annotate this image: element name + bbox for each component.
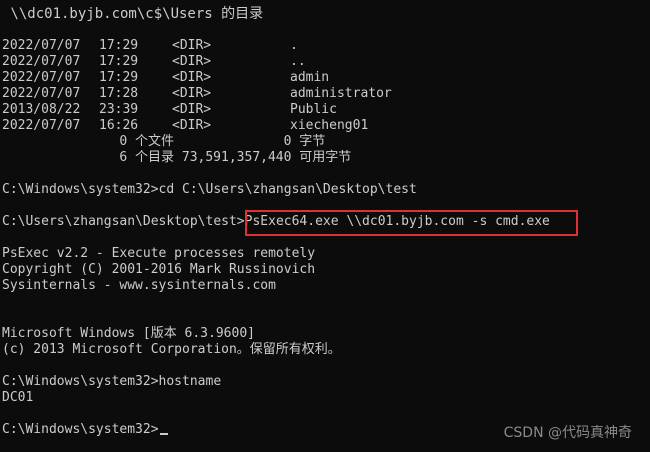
psexec-banner-line2: Copyright (C) 2001-2016 Mark Russinovich bbox=[2, 262, 316, 277]
hostname-command-line: C:\Windows\system32>hostname bbox=[2, 374, 222, 389]
entry-date: 2022/07/07 bbox=[2, 38, 81, 53]
command-input-line[interactable]: C:\Windows\system32> bbox=[2, 422, 168, 438]
entry-date: 2013/08/22 bbox=[2, 102, 81, 117]
hostname-output: DC01 bbox=[2, 390, 34, 405]
file-count-summary: 0 个文件 0 字节 bbox=[2, 134, 326, 149]
console-window[interactable]: \\dc01.byjb.com\c$\Users 的目录 2022/07/07 1… bbox=[0, 0, 650, 452]
directory-entry: 2022/07/07 17:29 <DIR> admin bbox=[2, 70, 502, 86]
entry-name: admin bbox=[290, 70, 330, 85]
entry-name: Public bbox=[290, 102, 337, 117]
entry-kind: <DIR> bbox=[172, 118, 212, 133]
directory-entry: 2022/07/07 16:26 <DIR> xiecheng01 bbox=[2, 118, 502, 134]
directory-entry: 2013/08/22 23:39 <DIR> Public bbox=[2, 102, 502, 118]
entry-date: 2022/07/07 bbox=[2, 54, 81, 69]
directory-entry: 2022/07/07 17:28 <DIR> administrator bbox=[2, 86, 502, 102]
directory-entry: 2022/07/07 17:29 <DIR>. bbox=[2, 38, 502, 54]
entry-date: 2022/07/07 bbox=[2, 70, 81, 85]
text-cursor bbox=[159, 433, 168, 435]
directory-header: \\dc01.byjb.com\c$\Users 的目录 bbox=[2, 6, 264, 22]
final-prompt: C:\Windows\system32> bbox=[2, 422, 159, 437]
windows-copyright-line: (c) 2013 Microsoft Corporation。保留所有权利。 bbox=[2, 342, 341, 357]
psexec-banner-line1: PsExec v2.2 - Execute processes remotely bbox=[2, 246, 316, 261]
entry-time: 23:39 bbox=[99, 102, 139, 117]
entry-kind: <DIR> bbox=[172, 38, 212, 53]
entry-name: xiecheng01 bbox=[290, 118, 369, 133]
entry-kind: <DIR> bbox=[172, 70, 212, 85]
entry-time: 17:29 bbox=[99, 54, 139, 69]
entry-name: .. bbox=[290, 54, 306, 69]
entry-time: 17:29 bbox=[99, 70, 139, 85]
directory-entry: 2022/07/07 17:29 <DIR>.. bbox=[2, 54, 502, 70]
windows-version-line: Microsoft Windows [版本 6.3.9600] bbox=[2, 326, 255, 341]
psexec-highlight-box bbox=[245, 210, 578, 236]
entry-time: 17:29 bbox=[99, 38, 139, 53]
entry-kind: <DIR> bbox=[172, 86, 212, 101]
entry-name: administrator bbox=[290, 86, 392, 101]
entry-kind: <DIR> bbox=[172, 54, 212, 69]
entry-kind: <DIR> bbox=[172, 102, 212, 117]
csdn-watermark: CSDN @代码真神奇 bbox=[503, 425, 632, 441]
entry-time: 16:26 bbox=[99, 118, 139, 133]
entry-time: 17:28 bbox=[99, 86, 139, 101]
entry-name: . bbox=[290, 38, 298, 53]
entry-date: 2022/07/07 bbox=[2, 86, 81, 101]
psexec-prompt: C:\Users\zhangsan\Desktop\test> bbox=[2, 214, 245, 229]
cd-command-line: C:\Windows\system32>cd C:\Users\zhangsan… bbox=[2, 182, 417, 197]
entry-date: 2022/07/07 bbox=[2, 118, 81, 133]
psexec-banner-line3: Sysinternals - www.sysinternals.com bbox=[2, 278, 276, 293]
dir-count-summary: 6 个目录 73,591,357,440 可用字节 bbox=[2, 150, 352, 165]
